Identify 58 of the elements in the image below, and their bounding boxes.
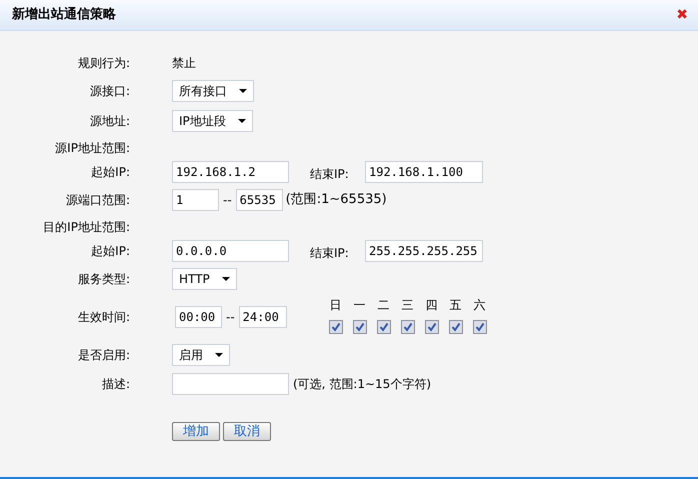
input-field[interactable]: 65535 (236, 189, 283, 211)
checkbox[interactable] (376, 320, 391, 334)
field-label: 起始IP: (90, 164, 130, 181)
dropdown-value: 所有接口 (179, 83, 227, 100)
input-field[interactable]: 0.0.0.0 (172, 240, 289, 262)
dropdown-value: HTTP (179, 271, 210, 288)
day-label: 三 (402, 297, 414, 314)
day-label: 二 (378, 297, 390, 314)
caret-icon (239, 89, 247, 93)
field-label: 源地址: (88, 113, 130, 130)
day-label: 五 (450, 297, 462, 314)
close-icon[interactable]: ✖ (676, 8, 688, 22)
day-label: 四 (426, 297, 438, 314)
caret-icon (222, 277, 230, 281)
field-label: 起始IP: (90, 243, 130, 260)
form-button[interactable]: 增加 (172, 422, 220, 441)
range-separator: -- (223, 192, 232, 209)
caret-icon (238, 119, 246, 123)
window-title: 新增出站通信策略 (12, 6, 116, 24)
field-label: 源IP地址范围: (54, 140, 130, 156)
input-field[interactable] (172, 373, 289, 395)
field-label: 描述: (100, 376, 130, 393)
dropdown[interactable]: HTTP (172, 268, 237, 290)
caret-icon (215, 353, 223, 357)
checkbox[interactable] (472, 320, 487, 334)
field-label: 目的IP地址范围: (42, 218, 130, 236)
day-label: 一 (354, 297, 366, 314)
dropdown-value: IP地址段 (179, 113, 226, 130)
dropdown[interactable]: 启用 (172, 344, 230, 366)
input-field[interactable]: 255.255.255.255 (365, 240, 483, 262)
field-label: 生效时间: (76, 309, 130, 326)
dropdown[interactable]: 所有接口 (172, 80, 254, 102)
dropdown-value: 启用 (179, 347, 203, 364)
input-field[interactable]: 192.168.1.100 (365, 161, 483, 183)
day-label: 日 (330, 297, 342, 314)
checkbox[interactable] (328, 320, 343, 334)
field-label: 源端口范围: (64, 192, 130, 209)
checkbox[interactable] (424, 320, 439, 334)
field-label: 是否启用: (76, 347, 130, 364)
field-label: 结束IP: (310, 166, 350, 183)
field-label: 结束IP: (310, 245, 350, 262)
field-label: 源接口: (88, 83, 130, 100)
time-field[interactable]: 24:00 (238, 306, 287, 328)
dropdown[interactable]: IP地址段 (172, 110, 253, 132)
day-label: 六 (474, 297, 486, 314)
time-field[interactable]: 00:00 (175, 306, 222, 328)
field-label: 规则行为: (76, 55, 130, 72)
hint-text: (范围:1~65535) (286, 191, 387, 210)
field-label: 服务类型: (76, 271, 130, 288)
range-separator: -- (226, 309, 235, 326)
checkbox[interactable] (448, 320, 463, 334)
input-field[interactable]: 192.168.1.2 (172, 161, 289, 183)
form-button[interactable]: 取消 (223, 422, 271, 441)
hint-text: (可选, 范围:1~15个字符) (293, 376, 431, 393)
checkbox[interactable] (400, 320, 415, 334)
checkbox[interactable] (352, 320, 367, 334)
input-field[interactable]: 1 (172, 189, 219, 211)
field-value: 禁止 (172, 55, 196, 72)
